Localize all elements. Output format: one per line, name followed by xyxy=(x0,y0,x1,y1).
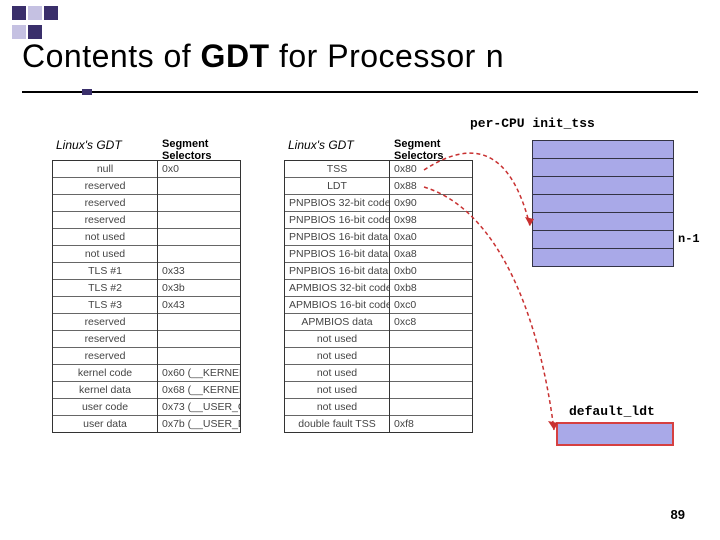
table-cell: null xyxy=(53,161,157,178)
table-cell xyxy=(158,246,240,263)
table-cell: 0x98 xyxy=(390,212,472,229)
table-cell: not used xyxy=(285,382,389,399)
gdt-right-header-linux: Linux's GDT xyxy=(288,138,354,152)
table-cell xyxy=(158,195,240,212)
gdt-table-right: Linux's GDT Segment Selectors TSSLDTPNPB… xyxy=(284,160,473,433)
gdt-right-header-seg: Segment Selectors xyxy=(394,138,473,162)
percpu-label: per-CPU init_tss xyxy=(470,116,595,131)
table-cell: reserved xyxy=(53,348,157,365)
table-cell: 0x90 xyxy=(390,195,472,212)
table-cell: kernel data xyxy=(53,382,157,399)
table-cell: user data xyxy=(53,416,157,432)
default-ldt-label: default_ldt xyxy=(569,404,655,419)
table-cell: reserved xyxy=(53,178,157,195)
gdt-left-desc-col: nullreservedreservedreservednot usednot … xyxy=(52,160,158,433)
default-ldt-box xyxy=(556,422,674,446)
table-cell: TSS xyxy=(285,161,389,178)
title-underline xyxy=(22,91,698,93)
table-cell: PNPBIOS 16-bit code xyxy=(285,212,389,229)
gdt-left-header-linux: Linux's GDT xyxy=(56,138,122,152)
table-cell xyxy=(390,399,472,416)
table-cell: reserved xyxy=(53,195,157,212)
table-cell: 0x0 xyxy=(158,161,240,178)
table-cell xyxy=(158,229,240,246)
table-cell: 0x7b (__USER_DS) xyxy=(158,416,240,432)
table-cell xyxy=(158,314,240,331)
n-minus-1-label: n-1 xyxy=(678,232,700,246)
table-cell: not used xyxy=(285,348,389,365)
gdt-right-sel-col: 0x800x880x900x980xa00xa80xb00xb80xc00xc8… xyxy=(390,160,473,433)
init-tss-row xyxy=(533,213,673,231)
slide-title: Contents of GDT for Processor n xyxy=(0,0,720,87)
table-cell: 0x60 (__KERNEL_CS) xyxy=(158,365,240,382)
gdt-left-sel-col: 0x0 0x330x3b0x43 0x60 (__KERNEL_CS)0x68 (_… xyxy=(158,160,241,433)
table-cell: PNPBIOS 16-bit data xyxy=(285,229,389,246)
init-tss-row xyxy=(533,231,673,249)
table-cell: not used xyxy=(285,365,389,382)
table-cell: 0x43 xyxy=(158,297,240,314)
table-cell: user code xyxy=(53,399,157,416)
table-cell: 0xc0 xyxy=(390,297,472,314)
init-tss-row xyxy=(533,177,673,195)
table-cell: TLS #2 xyxy=(53,280,157,297)
table-cell: reserved xyxy=(53,212,157,229)
table-cell xyxy=(158,331,240,348)
table-cell: 0x3b xyxy=(158,280,240,297)
table-cell: APMBIOS 32-bit code xyxy=(285,280,389,297)
table-cell: 0xb8 xyxy=(390,280,472,297)
table-cell: 0x33 xyxy=(158,263,240,280)
table-cell: 0xa8 xyxy=(390,246,472,263)
table-cell: not used xyxy=(285,331,389,348)
init-tss-row xyxy=(533,195,673,213)
table-cell xyxy=(390,331,472,348)
title-mid: for Processor xyxy=(270,38,486,74)
table-cell: APMBIOS data xyxy=(285,314,389,331)
table-cell: not used xyxy=(53,246,157,263)
table-cell xyxy=(158,212,240,229)
gdt-right-desc-col: TSSLDTPNPBIOS 32-bit codePNPBIOS 16-bit … xyxy=(284,160,390,433)
corner-decoration xyxy=(12,6,60,44)
title-n: n xyxy=(485,40,505,77)
init-tss-row xyxy=(533,159,673,177)
table-cell: 0xa0 xyxy=(390,229,472,246)
table-cell xyxy=(390,365,472,382)
table-cell: PNPBIOS 16-bit data xyxy=(285,246,389,263)
table-cell xyxy=(158,348,240,365)
init-tss-row xyxy=(533,249,673,266)
table-cell: TLS #1 xyxy=(53,263,157,280)
table-cell: 0x73 (__USER_CS) xyxy=(158,399,240,416)
table-cell xyxy=(390,382,472,399)
table-cell: not used xyxy=(53,229,157,246)
table-cell: TLS #3 xyxy=(53,297,157,314)
slide-number: 89 xyxy=(671,507,685,522)
table-cell: LDT xyxy=(285,178,389,195)
table-cell: reserved xyxy=(53,314,157,331)
init-tss-row xyxy=(533,141,673,159)
table-cell: kernel code xyxy=(53,365,157,382)
init-tss-array xyxy=(532,140,674,267)
table-cell: 0x80 xyxy=(390,161,472,178)
title-gdt: GDT xyxy=(201,38,270,74)
gdt-table-left: Linux's GDT Segment Selectors nullreserv… xyxy=(52,160,241,433)
table-cell: 0x68 (__KERNEL_DS) xyxy=(158,382,240,399)
table-cell: PNPBIOS 16-bit data xyxy=(285,263,389,280)
gdt-left-header-seg: Segment Selectors xyxy=(162,138,241,162)
table-cell: 0xc8 xyxy=(390,314,472,331)
table-cell: PNPBIOS 32-bit code xyxy=(285,195,389,212)
table-cell xyxy=(390,348,472,365)
table-cell: double fault TSS xyxy=(285,416,389,432)
table-cell: 0xb0 xyxy=(390,263,472,280)
table-cell xyxy=(158,178,240,195)
table-cell: reserved xyxy=(53,331,157,348)
table-cell: APMBIOS 16-bit code xyxy=(285,297,389,314)
table-cell: not used xyxy=(285,399,389,416)
table-cell: 0xf8 xyxy=(390,416,472,432)
table-cell: 0x88 xyxy=(390,178,472,195)
